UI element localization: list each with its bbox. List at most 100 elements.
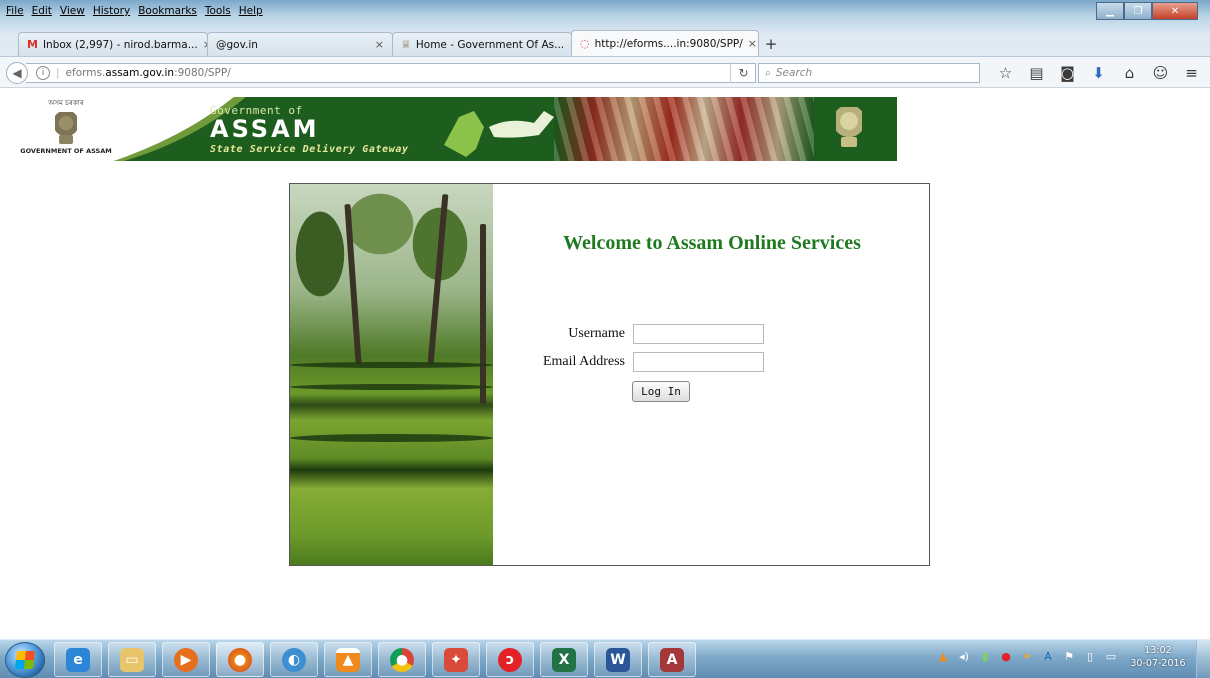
national-emblem-icon <box>55 112 77 144</box>
govt-caption: GOVERNMENT OF ASSAM <box>20 147 112 155</box>
email-label: Email Address <box>542 354 625 369</box>
airtel-tray-icon[interactable]: ● <box>998 648 1014 664</box>
email-input[interactable] <box>633 352 764 372</box>
username-label: Username <box>568 326 625 341</box>
system-tray: ▲ ◂) ▮ ● ✦ A ⚑ ▯ ▭ <box>935 648 1119 664</box>
access-icon: A <box>660 647 684 672</box>
antivirus-icon[interactable]: A <box>1040 648 1056 664</box>
search-icon: ⌕ <box>765 66 771 79</box>
login-button[interactable]: Log In <box>632 381 690 402</box>
username-row: Username <box>525 324 764 344</box>
url-prefix: eforms. <box>65 67 106 79</box>
url-host: assam.gov.in <box>105 67 175 79</box>
loading-icon: ◌ <box>580 37 590 50</box>
tab-govt-assam[interactable]: ♕ Home - Government Of As... × <box>392 32 578 56</box>
menu-history[interactable]: History <box>93 5 130 17</box>
media-player-icon: ▶ <box>174 647 198 672</box>
toolbar-icons: ☆ ▤ ◙ ⬇ ⌂ ☺ ≡ <box>990 63 1207 83</box>
display-icon[interactable]: ▭ <box>1103 648 1119 664</box>
windows-media-center-icon: ◐ <box>282 647 306 672</box>
start-button[interactable] <box>5 642 45 678</box>
tab-label: Home - Government Of As... <box>415 38 565 51</box>
action-center-flag-icon[interactable]: ⚑ <box>1061 648 1077 664</box>
bihu-dancers-image <box>554 97 814 161</box>
menu-file[interactable]: File <box>6 5 24 17</box>
windows-logo-icon <box>15 651 35 669</box>
taskbar-app[interactable]: W <box>594 642 642 677</box>
downloads-icon[interactable]: ⬇ <box>1083 63 1114 83</box>
restore-icon: ❐ <box>1133 5 1143 17</box>
volume-icon[interactable]: ◂) <box>956 648 972 664</box>
close-tab-icon[interactable]: × <box>375 38 384 51</box>
hello-chat-icon[interactable]: ☺ <box>1145 63 1176 83</box>
app-tray-icon[interactable]: ✦ <box>1019 648 1035 664</box>
menu-bookmarks[interactable]: Bookmarks <box>138 5 197 17</box>
taskbar-app[interactable]: ▭ <box>108 642 156 677</box>
taskbar-app[interactable]: X <box>540 642 588 677</box>
assam-map-icon <box>489 111 554 138</box>
taskbar-app[interactable]: ● <box>378 642 426 677</box>
maximize-button[interactable]: ❐ <box>1124 2 1152 20</box>
plus-icon: + <box>764 35 778 53</box>
hamburger-menu-icon[interactable]: ≡ <box>1176 63 1207 83</box>
home-icon[interactable]: ⌂ <box>1114 63 1145 83</box>
taskbar-app[interactable]: ▶ <box>162 642 210 677</box>
network-icon[interactable]: ▮ <box>977 648 993 664</box>
tab-label: @gov.in <box>216 38 258 51</box>
close-window-button[interactable]: ✕ <box>1152 2 1198 20</box>
taskbar-app[interactable]: ● <box>216 642 264 677</box>
browser-chrome: File Edit View History Bookmarks Tools H… <box>0 0 1210 88</box>
banner-title: ASSAM <box>210 115 320 143</box>
tab-strip: M Inbox (2,997) - nirod.barma... × @gov.… <box>18 30 784 56</box>
tea-garden-image <box>290 184 493 565</box>
reload-button[interactable]: ↻ <box>730 63 756 83</box>
pocket-icon[interactable]: ◙ <box>1052 63 1083 83</box>
firefox-icon: ● <box>228 647 252 672</box>
menu-view[interactable]: View <box>60 5 85 17</box>
windows-taskbar: e ▭ ▶ ● ◐ ▲ ● ✦ ↄ X W A ▲ ◂) ▮ ● ✦ A ⚑ ▯… <box>0 639 1210 678</box>
taskbar-app[interactable]: ↄ <box>486 642 534 677</box>
menu-help[interactable]: Help <box>239 5 263 17</box>
email-row: Email Address <box>525 352 764 372</box>
bookmark-star-icon[interactable]: ☆ <box>990 63 1021 83</box>
clock-date: 30-07-2016 <box>1130 658 1186 669</box>
taskbar-app[interactable]: ▲ <box>324 642 372 677</box>
username-input[interactable] <box>633 324 764 344</box>
menu-edit[interactable]: Edit <box>32 5 52 17</box>
system-clock[interactable]: 13:02 30-07-2016 <box>1128 644 1188 670</box>
app-icon: ✦ <box>444 647 468 672</box>
search-input[interactable]: ⌕ Search <box>758 63 980 83</box>
taskbar-app[interactable]: ✦ <box>432 642 480 677</box>
tab-eforms[interactable]: ◌ http://eforms....in:9080/SPP/ × <box>571 30 759 56</box>
banner-subtitle: State Service Delivery Gateway <box>210 144 409 155</box>
minimize-icon: ▁ <box>1106 5 1114 17</box>
assamese-caption: অসম চৰকাৰ <box>48 99 84 107</box>
close-tab-icon[interactable]: × <box>748 37 757 50</box>
battery-icon[interactable]: ▯ <box>1082 648 1098 664</box>
govt-icon: ♕ <box>401 38 411 51</box>
new-tab-button[interactable]: + <box>758 32 784 56</box>
tab-govin[interactable]: @gov.in × <box>207 32 393 56</box>
gmail-icon: M <box>27 38 38 51</box>
search-placeholder: Search <box>775 67 813 79</box>
taskbar-app[interactable]: e <box>54 642 102 677</box>
emblem-icon <box>836 107 862 147</box>
site-banner: Government of ASSAM State Service Delive… <box>114 97 897 161</box>
minimize-button[interactable]: ▁ <box>1096 2 1124 20</box>
bookmarks-library-icon[interactable]: ▤ <box>1021 63 1052 83</box>
tab-gmail[interactable]: M Inbox (2,997) - nirod.barma... × <box>18 32 212 56</box>
taskbar-app[interactable]: ◐ <box>270 642 318 677</box>
govt-logo: অসম চৰকাৰ GOVERNMENT OF ASSAM <box>18 97 114 161</box>
show-desktop-button[interactable] <box>1196 640 1210 678</box>
vlc-tray-icon[interactable]: ▲ <box>935 648 951 664</box>
menu-tools[interactable]: Tools <box>205 5 231 17</box>
file-explorer-icon: ▭ <box>120 647 144 672</box>
excel-icon: X <box>552 647 576 672</box>
vlc-icon: ▲ <box>336 647 360 672</box>
address-bar[interactable]: i | eforms. assam.gov.in:9080/SPP/ <box>26 63 756 83</box>
taskbar-app[interactable]: A <box>648 642 696 677</box>
info-icon[interactable]: i <box>36 66 50 80</box>
reload-icon: ↻ <box>738 66 749 80</box>
airtel-icon: ↄ <box>498 647 522 672</box>
back-button[interactable]: ◀ <box>6 62 28 84</box>
